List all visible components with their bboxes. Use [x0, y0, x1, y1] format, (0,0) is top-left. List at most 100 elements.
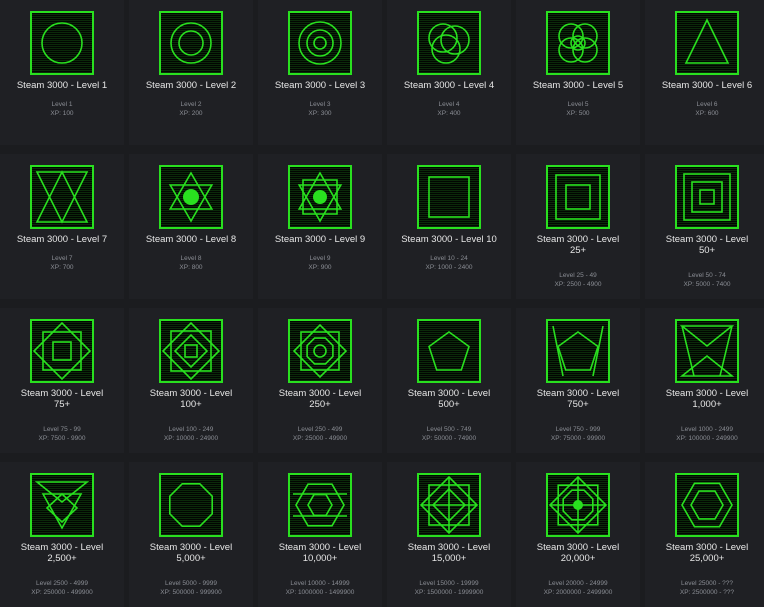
badge-title: Steam 3000 - Level 10,000+	[278, 542, 362, 564]
badge-title: Steam 3000 - Level 2,500+	[20, 542, 104, 564]
badge-card[interactable]: Steam 3000 - Level 9 Level 9 XP: 900	[258, 154, 382, 299]
badge-xp: XP: 75000 - 99900	[550, 435, 606, 442]
badge-level-range: Level 4	[438, 101, 460, 108]
triple-circle-icon	[287, 10, 353, 76]
hexagram-icon	[287, 164, 353, 230]
badge-card[interactable]: Steam 3000 - Level 2,500+ Level 2500 - 49…	[0, 462, 124, 607]
badge-card[interactable]: Steam 3000 - Level 250+ Level 250 - 499 XP…	[258, 308, 382, 453]
badge-level-range: Level 7	[51, 255, 73, 262]
badge-card[interactable]: Steam 3000 - Level 500+ Level 500 - 749 XP…	[387, 308, 511, 453]
badge-xp: XP: 500000 - 999900	[160, 589, 222, 596]
badge-title: Steam 3000 - Level 750+	[536, 388, 620, 410]
badge-xp: XP: 5000 - 7400	[683, 281, 731, 288]
shield-icon	[29, 472, 95, 538]
badge-level-range: Level 250 - 499	[297, 426, 343, 433]
badge-title: Steam 3000 - Level 6	[661, 80, 753, 91]
badge-xp: XP: 2000000 - 2499900	[543, 589, 613, 596]
badge-xp: XP: 400	[437, 110, 461, 117]
badge-xp: XP: 300	[308, 110, 332, 117]
badge-xp: XP: 250000 - 499900	[31, 589, 93, 596]
badge-title: Steam 3000 - Level 1,000+	[665, 388, 749, 410]
badge-title: Steam 3000 - Level 500+	[407, 388, 491, 410]
badge-title: Steam 3000 - Level 4	[403, 80, 495, 91]
badge-level-range: Level 10000 - 14999	[290, 580, 350, 587]
badge-level-range: Level 75 - 99	[43, 426, 81, 433]
badge-level-range: Level 8	[180, 255, 202, 262]
badge-title: Steam 3000 - Level 9	[274, 234, 366, 245]
badge-level-range: Level 25 - 49	[559, 272, 597, 279]
badge-title: Steam 3000 - Level 10	[401, 234, 497, 245]
badge-level-range: Level 500 - 749	[426, 426, 472, 433]
badge-level-range: Level 50 - 74	[688, 272, 726, 279]
badge-card[interactable]: Steam 3000 - Level 3 Level 3 XP: 300	[258, 0, 382, 145]
badge-card[interactable]: Steam 3000 - Level 7 Level 7 XP: 700	[0, 154, 124, 299]
badge-xp: XP: 800	[179, 264, 203, 271]
badge-card[interactable]: Steam 3000 - Level 20,000+ Level 20000 - …	[516, 462, 640, 607]
four-circles-icon	[545, 10, 611, 76]
octagram-circle-icon	[287, 318, 353, 384]
badge-level-range: Level 1000 - 2499	[680, 426, 734, 433]
badge-xp: XP: 100000 - 249900	[676, 435, 738, 442]
badge-card[interactable]: Steam 3000 - Level 100+ Level 100 - 249 XP…	[129, 308, 253, 453]
nested-hexagons-icon	[674, 472, 740, 538]
triangle-icon	[674, 10, 740, 76]
badge-title: Steam 3000 - Level 100+	[149, 388, 233, 410]
badge-card[interactable]: Steam 3000 - Level 25,000+ Level 25000 - …	[645, 462, 764, 607]
badge-xp: XP: 100	[50, 110, 74, 117]
badge-card[interactable]: Steam 3000 - Level 8 Level 8 XP: 800	[129, 154, 253, 299]
diamond-squares-icon	[158, 318, 224, 384]
badge-card[interactable]: Steam 3000 - Level 1,000+ Level 1000 - 24…	[645, 308, 764, 453]
badge-card[interactable]: Steam 3000 - Level 5 Level 5 XP: 500	[516, 0, 640, 145]
badge-level-range: Level 5000 - 9999	[164, 580, 218, 587]
badge-card[interactable]: Steam 3000 - Level 15,000+ Level 15000 - …	[387, 462, 511, 607]
overlapping-circles-icon	[416, 10, 482, 76]
badge-card[interactable]: Steam 3000 - Level 4 Level 4 XP: 400	[387, 0, 511, 145]
badge-card[interactable]: Steam 3000 - Level 750+ Level 750 - 999 XP…	[516, 308, 640, 453]
badge-card[interactable]: Steam 3000 - Level 10 Level 10 - 24 XP: 10…	[387, 154, 511, 299]
badge-level-range: Level 20000 - 24999	[548, 580, 608, 587]
pentagon-icon	[416, 318, 482, 384]
badge-card[interactable]: Steam 3000 - Level 6 Level 6 XP: 600	[645, 0, 764, 145]
badge-card[interactable]: Steam 3000 - Level 10,000+ Level 10000 - …	[258, 462, 382, 607]
badge-xp: XP: 25000 - 49900	[292, 435, 348, 442]
octagon-icon	[158, 472, 224, 538]
badge-xp: XP: 2500 - 4900	[554, 281, 602, 288]
double-circle-icon	[158, 10, 224, 76]
badge-card[interactable]: Steam 3000 - Level 1 Level 1 XP: 100	[0, 0, 124, 145]
square-icon	[416, 164, 482, 230]
triple-square-icon	[674, 164, 740, 230]
badge-title: Steam 3000 - Level 250+	[278, 388, 362, 410]
badge-card[interactable]: Steam 3000 - Level 50+ Level 50 - 74 XP: 5…	[645, 154, 764, 299]
badge-title: Steam 3000 - Level 20,000+	[536, 542, 620, 564]
star-circle-icon	[158, 164, 224, 230]
badge-level-range: Level 2500 - 4999	[35, 580, 89, 587]
badge-title: Steam 3000 - Level 3	[274, 80, 366, 91]
badge-level-range: Level 25000 - ???	[680, 580, 734, 587]
badge-level-range: Level 5	[567, 101, 589, 108]
badge-title: Steam 3000 - Level 1	[16, 80, 108, 91]
badge-title: Steam 3000 - Level 5	[532, 80, 624, 91]
badge-title: Steam 3000 - Level 50+	[665, 234, 749, 256]
badge-xp: XP: 1500000 - 1999900	[414, 589, 484, 596]
badge-card[interactable]: Steam 3000 - Level 25+ Level 25 - 49 XP: 2…	[516, 154, 640, 299]
badge-level-range: Level 750 - 999	[555, 426, 601, 433]
badge-xp: XP: 1000000 - 1499900	[285, 589, 355, 596]
diamond-lattice-icon	[416, 472, 482, 538]
badge-card[interactable]: Steam 3000 - Level 75+ Level 75 - 99 XP: 7…	[0, 308, 124, 453]
badge-xp: XP: 50000 - 74900	[421, 435, 477, 442]
badge-level-range: Level 9	[309, 255, 331, 262]
badge-level-range: Level 6	[696, 101, 718, 108]
badge-level-range: Level 3	[309, 101, 331, 108]
badge-card[interactable]: Steam 3000 - Level 5,000+ Level 5000 - 99…	[129, 462, 253, 607]
badge-card[interactable]: Steam 3000 - Level 2 Level 2 XP: 200	[129, 0, 253, 145]
hex-bands-icon	[287, 472, 353, 538]
double-square-icon	[545, 164, 611, 230]
circle-icon	[29, 10, 95, 76]
badge-title: Steam 3000 - Level 75+	[20, 388, 104, 410]
badge-title: Steam 3000 - Level 8	[145, 234, 237, 245]
badge-xp: XP: 900	[308, 264, 332, 271]
bowtie-icon	[674, 318, 740, 384]
badge-level-range: Level 15000 - 19999	[419, 580, 479, 587]
pentagon-frame-icon	[545, 318, 611, 384]
badge-xp: XP: 500	[566, 110, 590, 117]
